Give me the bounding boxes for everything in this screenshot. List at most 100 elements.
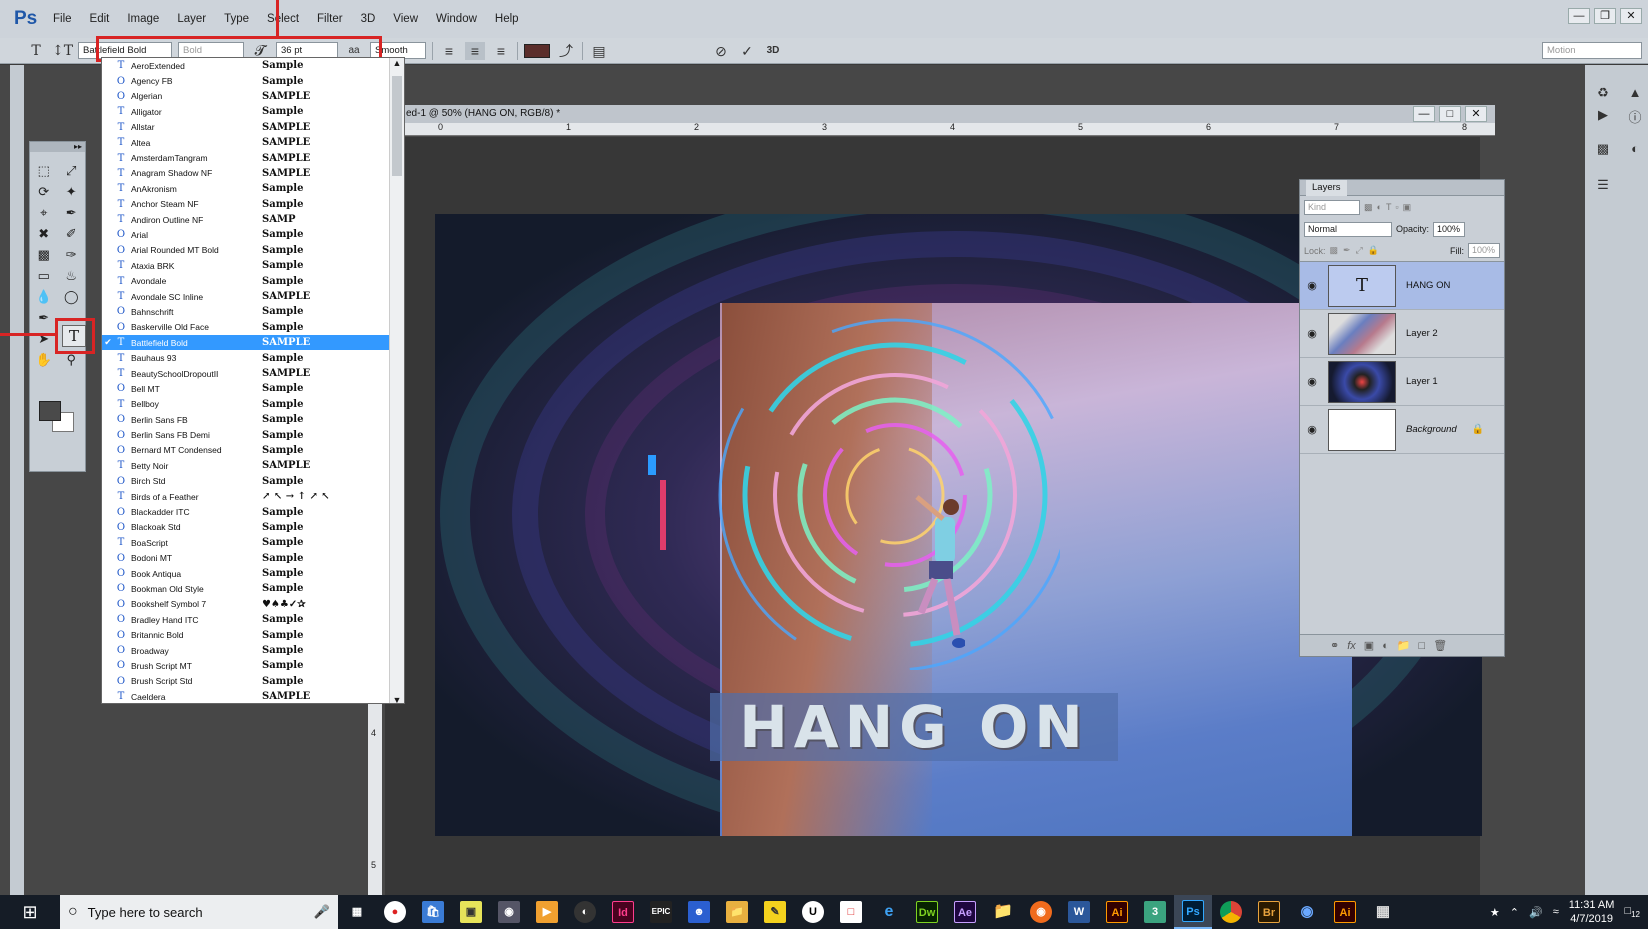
- doc-close-button[interactable]: ✕: [1465, 106, 1487, 122]
- wifi-icon[interactable]: ≈: [1553, 906, 1559, 918]
- task-view-icon[interactable]: ▦: [338, 895, 376, 929]
- font-list-item[interactable]: O Birch Std Sample: [102, 474, 404, 489]
- taskbar-app-bridge[interactable]: Br: [1250, 895, 1288, 929]
- menu-file[interactable]: File: [44, 0, 81, 38]
- font-list-item[interactable]: O Blackadder ITC Sample: [102, 504, 404, 519]
- font-list-item[interactable]: T Bellboy Sample: [102, 397, 404, 412]
- taskbar-app-calculator[interactable]: ▦: [1364, 895, 1402, 929]
- align-center-icon[interactable]: ≡: [465, 41, 485, 60]
- eye-icon[interactable]: ◉: [1300, 327, 1324, 340]
- font-list-item[interactable]: T Altea SAMPLE: [102, 135, 404, 150]
- font-list-item[interactable]: T Anchor Steam NF Sample: [102, 197, 404, 212]
- layer-row-layer-1[interactable]: ◉ Layer 1: [1300, 358, 1504, 406]
- commit-icon[interactable]: ✓: [737, 42, 757, 60]
- lock-icons[interactable]: ▩✒⤢🔒: [1330, 245, 1384, 256]
- taskbar-app-firefox[interactable]: ◉: [1022, 895, 1060, 929]
- menu-layer[interactable]: Layer: [168, 0, 215, 38]
- font-list-item[interactable]: T AeroExtended Sample: [102, 58, 404, 73]
- character-panel-icon[interactable]: ▤: [589, 42, 609, 60]
- taskbar-app-media[interactable]: ▶: [528, 895, 566, 929]
- taskbar-search[interactable]: ○ Type here to search 🎤: [60, 895, 338, 929]
- menu-type[interactable]: Type: [215, 0, 258, 38]
- font-list-item[interactable]: T Alligator Sample: [102, 104, 404, 119]
- text-color-swatch[interactable]: [524, 43, 550, 58]
- font-list-item[interactable]: T Betty Noir SAMPLE: [102, 458, 404, 473]
- dodge-tool-icon[interactable]: ◯: [61, 288, 81, 306]
- font-list-item[interactable]: O Britannic Bold Sample: [102, 627, 404, 642]
- layer-row-hang-on[interactable]: ◉ T HANG ON: [1300, 262, 1504, 310]
- link-layers-icon[interactable]: ⚭: [1330, 639, 1339, 652]
- fx-icon[interactable]: fx: [1347, 640, 1356, 652]
- eye-icon[interactable]: ◉: [1300, 279, 1324, 292]
- tools-panel-header[interactable]: ▸▸: [30, 142, 85, 152]
- menu-3d[interactable]: 3D: [352, 0, 385, 38]
- info-panel-icon[interactable]: ⓘ: [1625, 107, 1645, 125]
- font-list-item[interactable]: T Anagram Shadow NF SAMPLE: [102, 166, 404, 181]
- font-list-item[interactable]: ✔ T Battlefield Bold SAMPLE: [102, 335, 404, 351]
- taskbar-app-store[interactable]: 🛍: [414, 895, 452, 929]
- menu-help[interactable]: Help: [486, 0, 528, 38]
- taskbar-app-dreamweaver[interactable]: Dw: [908, 895, 946, 929]
- font-list-item[interactable]: O Baskerville Old Face Sample: [102, 320, 404, 335]
- doc-restore-button[interactable]: □: [1439, 106, 1461, 122]
- font-list-item[interactable]: T AnAkronism Sample: [102, 181, 404, 196]
- quick-select-tool-icon[interactable]: ✦: [61, 183, 81, 201]
- blend-mode-select[interactable]: Normal: [1304, 221, 1392, 237]
- color-panel-icon[interactable]: ◐: [1625, 141, 1645, 157]
- microphone-icon[interactable]: 🎤: [314, 904, 330, 920]
- text-orientation-icon[interactable]: ↕T: [52, 42, 73, 60]
- align-left-icon[interactable]: ≡: [439, 42, 459, 60]
- delete-layer-icon[interactable]: 🗑: [1433, 639, 1447, 652]
- blur-tool-icon[interactable]: 💧: [34, 288, 54, 306]
- scroll-down-icon[interactable]: ▼: [390, 695, 404, 703]
- doc-minimize-button[interactable]: —: [1413, 106, 1435, 122]
- paint-bucket-tool-icon[interactable]: ♨: [61, 267, 81, 285]
- menu-view[interactable]: View: [384, 0, 427, 38]
- taskbar-app-chrome[interactable]: [1212, 895, 1250, 929]
- layer-row-background[interactable]: ◉ Background 🔒: [1300, 406, 1504, 454]
- font-list-scrollbar[interactable]: ▲ ▼: [389, 58, 404, 703]
- eraser-tool-icon[interactable]: ▭: [34, 267, 54, 285]
- taskbar-app-illustrator-2[interactable]: Ai: [1326, 895, 1364, 929]
- add-mask-icon[interactable]: ▣: [1364, 639, 1374, 652]
- font-list-item[interactable]: O Bahnschrift Sample: [102, 304, 404, 319]
- history-panel-icon[interactable]: ♻: [1593, 85, 1613, 101]
- font-list-item[interactable]: O Algerian SAMPLE: [102, 89, 404, 104]
- menu-edit[interactable]: Edit: [81, 0, 119, 38]
- font-list-item[interactable]: O Brush Script Std Sample: [102, 674, 404, 689]
- type-tool-icon[interactable]: T: [26, 42, 46, 60]
- font-list-item[interactable]: O Berlin Sans FB Sample: [102, 412, 404, 427]
- font-list-item[interactable]: O Bell MT Sample: [102, 381, 404, 396]
- move-tool-icon[interactable]: ⤢: [61, 162, 81, 180]
- menu-select[interactable]: Select: [258, 0, 308, 38]
- font-list-item[interactable]: T BoaScript Sample: [102, 535, 404, 550]
- brush-tool-icon[interactable]: ✐: [61, 225, 81, 243]
- healing-tool-icon[interactable]: ✖: [34, 225, 54, 243]
- history-brush-tool-icon[interactable]: ✑: [61, 246, 81, 264]
- font-family-dropdown[interactable]: T AeroExtended Sample O Agency FB Sample O Alge…: [101, 57, 405, 704]
- font-list-item[interactable]: T Ataxia BRK Sample: [102, 258, 404, 273]
- font-list-item[interactable]: O Bookshelf Symbol 7 ♥♠♣✓✰: [102, 597, 404, 612]
- foreground-color-swatch[interactable]: [39, 401, 61, 421]
- font-list-item[interactable]: T Avondale SC Inline SAMPLE: [102, 289, 404, 304]
- taskbar-app-notes[interactable]: ✎: [756, 895, 794, 929]
- font-list-item[interactable]: T AmsterdamTangram SAMPLE: [102, 150, 404, 165]
- font-list-item[interactable]: O Bernard MT Condensed Sample: [102, 443, 404, 458]
- font-list-item[interactable]: O Broadway Sample: [102, 643, 404, 658]
- filter-kind-select[interactable]: Kind: [1304, 199, 1360, 215]
- font-list-item[interactable]: O Berlin Sans FB Demi Sample: [102, 427, 404, 442]
- layer-row-layer-2[interactable]: ◉ Layer 2: [1300, 310, 1504, 358]
- font-list-item[interactable]: O Blackoak Std Sample: [102, 520, 404, 535]
- taskbar-app-unreal[interactable]: U: [794, 895, 832, 929]
- properties-panel-icon[interactable]: ☰: [1593, 177, 1613, 193]
- font-list-item[interactable]: O Bodoni MT Sample: [102, 551, 404, 566]
- font-list-item[interactable]: T Caeldera SAMPLE: [102, 689, 404, 703]
- taskbar-app-after-effects[interactable]: Ae: [946, 895, 984, 929]
- taskbar-app-globe[interactable]: ◉: [1288, 895, 1326, 929]
- taskbar-app-photoshop[interactable]: Ps: [1174, 895, 1212, 929]
- ruler-top[interactable]: 0 1 2 3 4 5 6 7 8: [385, 122, 1495, 136]
- clock[interactable]: 11:31 AM 4/7/2019: [1569, 898, 1615, 926]
- taskbar-app-sticky[interactable]: ▣: [452, 895, 490, 929]
- taskbar-app-illustrator[interactable]: Ai: [1098, 895, 1136, 929]
- people-icon[interactable]: ★: [1490, 906, 1500, 919]
